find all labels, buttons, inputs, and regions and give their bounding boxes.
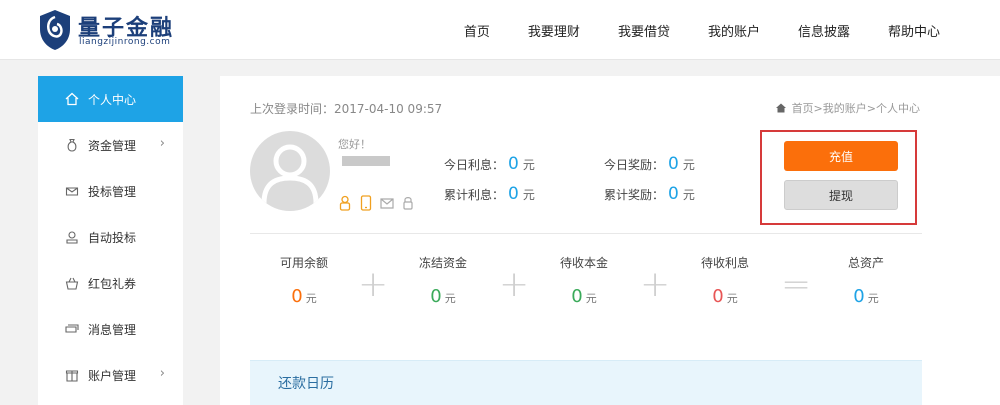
frozen-funds: 0元	[403, 286, 483, 307]
currency-unit: 元	[682, 188, 695, 202]
gift-box-icon	[64, 367, 80, 383]
total-interest-label: 累计利息：	[444, 188, 505, 202]
chevron-right-icon: ›	[159, 136, 165, 151]
last-login-time: 上次登录时间：2017-04-10 09:57	[250, 102, 443, 116]
currency-unit: 元	[682, 158, 695, 172]
sidebar-item-auto-bid[interactable]: 自动投标	[38, 214, 183, 260]
sidebar-item-coupons[interactable]: 红包礼券	[38, 260, 183, 306]
sidebar-item-label: 资金管理	[88, 138, 137, 153]
total-reward-value: 0	[668, 184, 679, 204]
equals-operator: =	[781, 264, 812, 305]
money-bag-icon	[64, 137, 80, 153]
total-reward: 累计奖励： 0 元	[604, 184, 695, 204]
recharge-button[interactable]: 充值	[784, 141, 898, 171]
sidebar-item-messages[interactable]: 消息管理	[38, 306, 183, 352]
home-icon	[64, 91, 80, 107]
pending-interest-label: 待收利息	[700, 256, 749, 270]
sidebar-item-account-management[interactable]: 账户管理 ›	[38, 352, 183, 398]
sidebar: 个人中心 资金管理 › 投标管理 自动投标 红包礼券 消息管理 账户管理 ›	[38, 76, 183, 405]
plus-operator: +	[499, 264, 530, 305]
pending-principal-value: 0	[571, 286, 583, 307]
nav-borrow[interactable]: 我要借贷	[618, 21, 670, 40]
plus-operator: +	[640, 264, 671, 305]
home-icon	[775, 103, 786, 113]
sidebar-item-label: 个人中心	[88, 92, 137, 107]
today-reward-label: 今日奖励：	[604, 158, 665, 172]
nav-help[interactable]: 帮助中心	[888, 21, 940, 40]
nav-home[interactable]: 首页	[464, 21, 490, 40]
total-assets: 0元	[826, 286, 906, 307]
nav-disclosure[interactable]: 信息披露	[798, 21, 850, 40]
currency-unit: 元	[444, 292, 456, 305]
available-balance: 0元	[264, 286, 344, 307]
repayment-calendar: 还款日历	[250, 360, 922, 405]
divider	[250, 233, 922, 234]
phone-verified-icon[interactable]	[357, 194, 375, 212]
sidebar-item-label: 消息管理	[88, 322, 137, 337]
user-silhouette-icon	[261, 144, 319, 204]
pending-principal-label: 待收本金	[559, 256, 608, 270]
envelope-icon	[64, 183, 80, 199]
security-status-icons	[336, 194, 420, 212]
sidebar-item-label: 账户管理	[88, 368, 137, 383]
sidebar-item-label: 投标管理	[88, 184, 137, 199]
pending-principal: 0元	[544, 286, 624, 307]
shield-logo-icon	[40, 10, 70, 50]
currency-unit: 元	[585, 292, 597, 305]
frozen-funds-label: 冻结资金	[418, 256, 467, 270]
gift-basket-icon	[64, 275, 80, 291]
avatar[interactable]	[250, 131, 330, 211]
auto-bid-icon	[64, 229, 80, 245]
breadcrumb-text: 首页>我的账户>个人中心	[791, 102, 920, 115]
chevron-right-icon: ›	[159, 366, 165, 381]
today-reward: 今日奖励： 0 元	[604, 154, 695, 174]
sidebar-item-fund-management[interactable]: 资金管理 ›	[38, 122, 183, 168]
available-balance-label: 可用余额	[279, 256, 328, 270]
today-interest: 今日利息： 0 元	[444, 154, 535, 174]
currency-unit: 元	[305, 292, 317, 305]
total-interest: 累计利息： 0 元	[444, 184, 535, 204]
total-assets-value: 0	[853, 286, 865, 307]
breadcrumb[interactable]: 首页>我的账户>个人中心	[775, 100, 920, 116]
username-redacted	[342, 156, 390, 166]
currency-unit: 元	[522, 158, 535, 172]
greeting-text: 您好！	[338, 138, 371, 151]
frozen-funds-value: 0	[430, 286, 442, 307]
sidebar-item-bid-management[interactable]: 投标管理	[38, 168, 183, 214]
sidebar-item-label: 红包礼券	[88, 276, 137, 291]
lock-icon[interactable]	[399, 194, 417, 212]
site-logo[interactable]: 量子金融 liangzijinrong.com	[38, 9, 228, 51]
email-icon[interactable]	[378, 194, 396, 212]
currency-unit: 元	[867, 292, 879, 305]
logo-english-text: liangzijinrong.com	[79, 37, 171, 47]
sidebar-item-label: 自动投标	[88, 230, 137, 245]
today-reward-value: 0	[668, 154, 679, 174]
withdraw-button[interactable]: 提现	[784, 180, 898, 210]
sidebar-item-personal-center[interactable]: 个人中心	[38, 76, 183, 122]
plus-operator: +	[358, 264, 389, 305]
total-assets-label: 总资产	[847, 256, 884, 270]
calendar-title: 还款日历	[278, 376, 334, 392]
nav-my-account[interactable]: 我的账户	[708, 21, 760, 40]
available-balance-value: 0	[291, 286, 303, 307]
top-header: 量子金融 liangzijinrong.com 首页 我要理财 我要借贷 我的账…	[0, 0, 1000, 60]
identity-verified-icon[interactable]	[336, 194, 354, 212]
account-overview-panel: 上次登录时间：2017-04-10 09:57 首页>我的账户>个人中心 您好！…	[220, 76, 1000, 405]
total-reward-label: 累计奖励：	[604, 188, 665, 202]
today-interest-label: 今日利息：	[444, 158, 505, 172]
total-interest-value: 0	[508, 184, 519, 204]
currency-unit: 元	[726, 292, 738, 305]
pending-interest: 0元	[685, 286, 765, 307]
nav-invest[interactable]: 我要理财	[528, 21, 580, 40]
today-interest-value: 0	[508, 154, 519, 174]
message-icon	[64, 321, 80, 337]
main-nav: 首页 我要理财 我要借贷 我的账户 信息披露 帮助中心	[426, 0, 940, 60]
currency-unit: 元	[522, 188, 535, 202]
pending-interest-value: 0	[712, 286, 724, 307]
